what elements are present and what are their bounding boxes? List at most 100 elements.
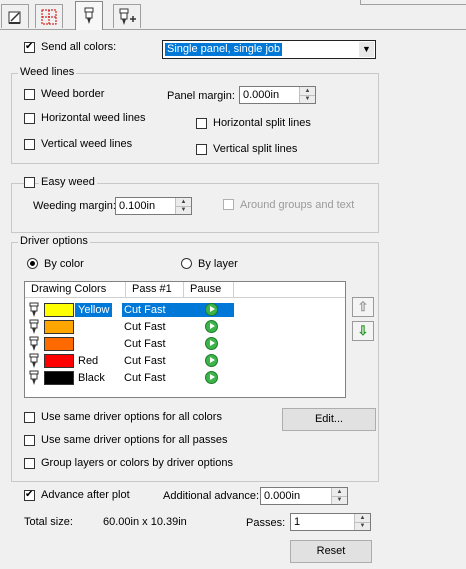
panel-margin-label: Panel margin: bbox=[167, 90, 235, 102]
play-icon[interactable] bbox=[205, 337, 218, 350]
color-swatch bbox=[44, 354, 74, 368]
panel-margin-spinner[interactable]: ▲ ▼ bbox=[299, 87, 315, 103]
panel-margin-value: 0.000in bbox=[243, 89, 280, 101]
tab-driver-add[interactable] bbox=[113, 4, 141, 28]
same-all-colors-checkbox[interactable] bbox=[24, 412, 35, 423]
passes-spinner[interactable]: ▲ ▼ bbox=[354, 514, 370, 530]
pause-cell[interactable] bbox=[184, 371, 234, 385]
play-icon[interactable] bbox=[205, 303, 218, 316]
column-empty bbox=[234, 282, 345, 298]
tab-document[interactable] bbox=[1, 4, 29, 28]
by-color-radio[interactable] bbox=[27, 258, 38, 269]
spin-down-icon[interactable]: ▼ bbox=[176, 206, 191, 214]
pass-value: Cut Fast bbox=[124, 338, 166, 350]
spin-down-icon[interactable]: ▼ bbox=[332, 496, 347, 504]
horizontal-weed-label: Horizontal weed lines bbox=[41, 112, 146, 124]
tab-driver[interactable] bbox=[75, 1, 103, 30]
column-pause[interactable]: Pause bbox=[184, 282, 234, 298]
same-all-passes-label: Use same driver options for all passes bbox=[41, 434, 228, 446]
horizontal-split-label: Horizontal split lines bbox=[213, 117, 311, 129]
color-swatch bbox=[44, 303, 74, 317]
passes-value: 1 bbox=[294, 516, 301, 528]
color-swatch bbox=[44, 371, 74, 385]
pass-value: Cut Fast bbox=[124, 372, 166, 384]
play-icon[interactable] bbox=[205, 354, 218, 367]
horizontal-split-checkbox[interactable] bbox=[196, 118, 207, 129]
advance-after-plot-checkbox[interactable] bbox=[24, 488, 35, 502]
driver-color-list[interactable]: Drawing Colors Pass #1 Pause Yellow Cut … bbox=[24, 281, 346, 398]
color-row-black[interactable]: Black Cut Fast bbox=[25, 370, 345, 387]
knife-icon bbox=[84, 7, 94, 24]
around-groups-label: Around groups and text bbox=[240, 199, 355, 211]
panel-margin-field[interactable]: 0.000in ▲ ▼ bbox=[239, 86, 316, 104]
weed-border-checkbox[interactable] bbox=[24, 89, 35, 100]
total-size-value: 60.00in x 10.39in bbox=[103, 516, 187, 528]
pause-cell[interactable] bbox=[184, 354, 234, 368]
document-edit-icon bbox=[8, 11, 21, 24]
pen-icon bbox=[29, 319, 39, 334]
tab-weed[interactable] bbox=[35, 4, 63, 28]
play-icon[interactable] bbox=[205, 320, 218, 333]
color-name bbox=[75, 337, 81, 351]
weeding-margin-field[interactable]: 0.100in ▲ ▼ bbox=[115, 197, 192, 215]
color-swatch bbox=[44, 320, 74, 334]
vertical-weed-label: Vertical weed lines bbox=[41, 138, 133, 150]
around-groups-checkbox[interactable] bbox=[223, 199, 234, 210]
tab-baseline bbox=[0, 29, 466, 30]
knife-add-icon bbox=[119, 8, 136, 25]
column-drawing-colors[interactable]: Drawing Colors bbox=[25, 282, 126, 298]
group-layers-checkbox[interactable] bbox=[24, 458, 35, 469]
pen-icon bbox=[29, 336, 39, 351]
pen-icon bbox=[29, 370, 39, 385]
pass-value: Cut Fast bbox=[124, 355, 166, 367]
move-up-button[interactable]: ⇧ bbox=[352, 297, 374, 317]
same-all-passes-checkbox[interactable] bbox=[24, 435, 35, 446]
arrow-down-icon: ⇩ bbox=[357, 323, 369, 338]
spin-down-icon[interactable]: ▼ bbox=[300, 95, 315, 103]
color-row-yellow[interactable]: Yellow Cut Fast bbox=[25, 302, 345, 319]
chevron-down-icon[interactable]: ▼ bbox=[359, 42, 374, 57]
by-color-label: By color bbox=[44, 258, 84, 270]
edit-button[interactable]: Edit... bbox=[282, 408, 376, 431]
additional-advance-spinner[interactable]: ▲ ▼ bbox=[331, 488, 347, 504]
color-name bbox=[75, 320, 81, 334]
easy-weed-checkbox[interactable] bbox=[24, 177, 35, 188]
send-all-colors-label: Send all colors: bbox=[41, 41, 117, 53]
reset-button[interactable]: Reset bbox=[290, 540, 372, 563]
send-mode-value: Single panel, single job bbox=[165, 43, 283, 56]
weeding-margin-label: Weeding margin: bbox=[33, 200, 116, 212]
easy-weed-label: Easy weed bbox=[39, 176, 97, 188]
color-row-red[interactable]: Red Cut Fast bbox=[25, 353, 345, 370]
pause-cell[interactable] bbox=[184, 303, 234, 317]
color-row-orange[interactable]: Cut Fast bbox=[25, 319, 345, 336]
move-down-button[interactable]: ⇩ bbox=[352, 321, 374, 341]
vertical-weed-checkbox[interactable] bbox=[24, 139, 35, 150]
send-all-colors-checkbox[interactable] bbox=[24, 40, 35, 54]
vertical-split-checkbox[interactable] bbox=[196, 144, 207, 155]
arrow-up-icon: ⇧ bbox=[357, 299, 369, 314]
driver-options-title: Driver options bbox=[18, 235, 90, 247]
pause-cell[interactable] bbox=[184, 320, 234, 334]
pause-cell[interactable] bbox=[184, 337, 234, 351]
additional-advance-label: Additional advance: bbox=[163, 490, 260, 502]
color-name: Red bbox=[78, 355, 99, 367]
color-swatch bbox=[44, 337, 74, 351]
advance-after-plot-label: Advance after plot bbox=[41, 489, 130, 501]
weeding-margin-spinner[interactable]: ▲ ▼ bbox=[175, 198, 191, 214]
spin-down-icon[interactable]: ▼ bbox=[355, 522, 370, 530]
play-icon[interactable] bbox=[205, 371, 218, 384]
pen-icon bbox=[29, 353, 39, 368]
pass-value: Cut Fast bbox=[122, 303, 184, 317]
passes-label: Passes: bbox=[246, 517, 286, 529]
color-row-dark-orange[interactable]: Cut Fast bbox=[25, 336, 345, 353]
additional-advance-value: 0.000in bbox=[264, 490, 301, 502]
column-pass-1[interactable]: Pass #1 bbox=[126, 282, 184, 298]
send-mode-select[interactable]: Single panel, single job ▼ bbox=[162, 40, 376, 59]
by-layer-radio[interactable] bbox=[181, 258, 192, 269]
additional-advance-field[interactable]: 0.000in ▲ ▼ bbox=[260, 487, 348, 505]
passes-field[interactable]: 1 ▲ ▼ bbox=[290, 513, 371, 531]
horizontal-weed-checkbox[interactable] bbox=[24, 113, 35, 124]
pass-value: Cut Fast bbox=[124, 321, 166, 333]
weed-border-icon bbox=[41, 9, 57, 24]
vertical-split-label: Vertical split lines bbox=[213, 143, 298, 155]
